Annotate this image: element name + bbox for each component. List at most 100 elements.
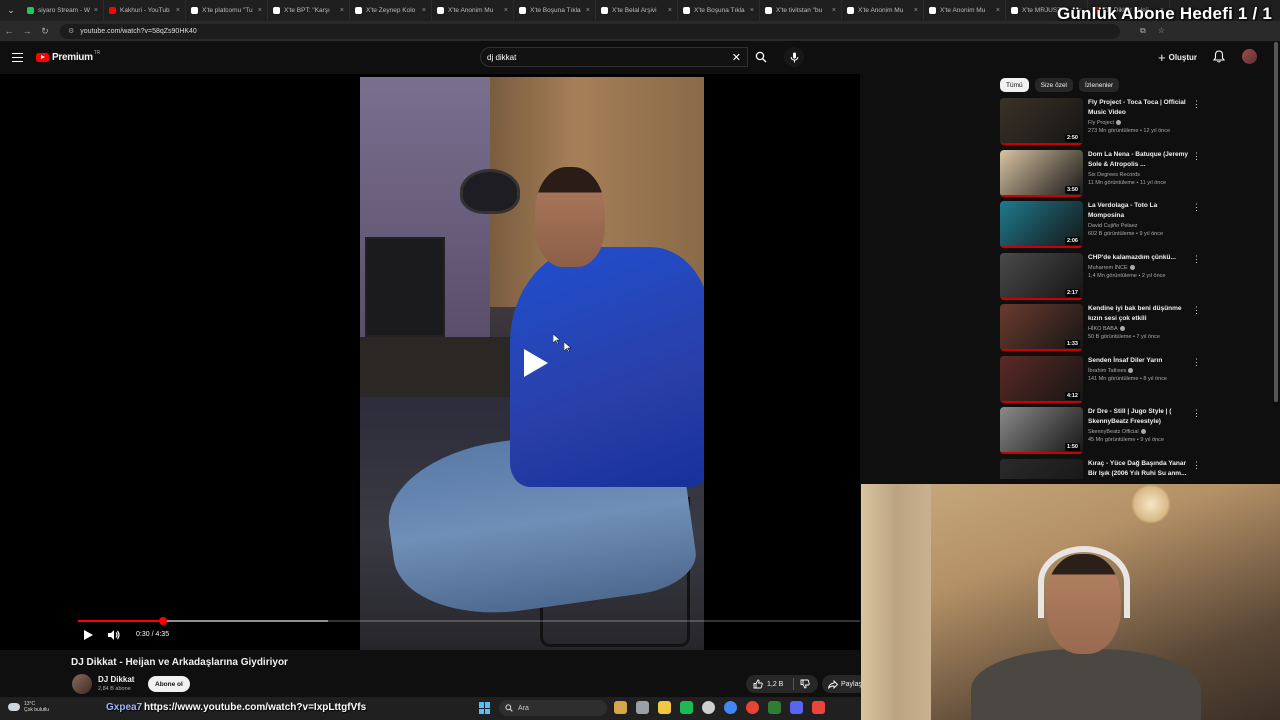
recommendation-title[interactable]: Fly Project - Toca Toca | Official Music…	[1088, 98, 1193, 118]
recommendation-item[interactable]: 2:50 Fly Project - Toca Toca | Official M…	[1000, 98, 1205, 146]
tab-close-icon[interactable]: ×	[258, 7, 262, 14]
url-field[interactable]: ⚙ youtube.com/watch?v=58qZs90HK40	[60, 23, 1120, 39]
channel-avatar[interactable]	[72, 674, 92, 694]
browser-tab[interactable]: X'te platcomu "Tu ×	[186, 0, 268, 21]
page-scrollbar[interactable]	[1274, 42, 1278, 402]
tab-close-icon[interactable]: ×	[422, 7, 426, 14]
tab-close-icon[interactable]: ×	[832, 7, 836, 14]
notifications-bell-icon[interactable]	[1212, 50, 1226, 68]
browser-tab[interactable]: X'te Boşuna Tıkla ×	[514, 0, 596, 21]
subscribe-button[interactable]: Abone ol	[148, 676, 190, 692]
taskbar-app-icon[interactable]	[636, 701, 649, 714]
site-info-icon[interactable]: ⚙	[68, 27, 74, 35]
recommendation-title[interactable]: Senden İnsaf Diler Yarın	[1088, 356, 1193, 366]
tab-close-icon[interactable]: ×	[586, 7, 590, 14]
browser-tab[interactable]: siyaro Stream - W ×	[22, 0, 104, 21]
reload-icon[interactable]: ↻	[36, 26, 54, 37]
dislike-button[interactable]	[794, 679, 810, 689]
taskbar-app-icon[interactable]	[614, 701, 627, 714]
search-input[interactable]: dj dikkat ✕	[480, 47, 748, 67]
recommendation-item[interactable]: Kıraç - Yüce Dağ Başında Yanar Bir Işık …	[1000, 458, 1205, 479]
tab-close-icon[interactable]: ×	[504, 7, 508, 14]
filter-chip[interactable]: Size özel	[1034, 78, 1073, 92]
video-thumbnail[interactable]: 3:50	[1000, 149, 1083, 197]
menu-icon[interactable]	[12, 53, 23, 62]
browser-tab[interactable]: X'te tivitstan "bu ×	[760, 0, 842, 21]
filter-chip[interactable]: Tümü	[1000, 78, 1029, 92]
clear-search-icon[interactable]: ✕	[732, 51, 741, 64]
browser-tab[interactable]: X'te Zeynep Kolo ×	[350, 0, 432, 21]
recommendation-channel[interactable]: Fly Project	[1088, 120, 1193, 126]
recommendation-channel[interactable]: Six Degrees Records	[1088, 172, 1193, 178]
browser-tab[interactable]: X'te Anonim Mu ×	[432, 0, 514, 21]
filter-chip[interactable]: İzlenenler	[1079, 78, 1120, 92]
bookmark-star-icon[interactable]: ☆	[1158, 26, 1165, 36]
back-icon[interactable]: ←	[0, 26, 18, 36]
more-options-icon[interactable]: ⋮	[1192, 202, 1201, 213]
recommendation-item[interactable]: 2:06 La Verdolaga - Toto La Momposina Davi…	[1000, 201, 1205, 249]
tab-close-icon[interactable]: ×	[94, 7, 98, 14]
tab-search-chevron-icon[interactable]: ⌄	[0, 0, 22, 21]
weather-widget[interactable]: 13°C Çok bulutlu	[8, 701, 49, 713]
taskbar-app-icon[interactable]	[812, 701, 825, 714]
recommendation-item[interactable]: 2:17 CHP'de kalamazdım çünkü... Muharrem İ…	[1000, 252, 1205, 301]
video-thumbnail[interactable]: 1:50	[1000, 407, 1083, 454]
voice-search-button[interactable]	[784, 47, 804, 67]
more-options-icon[interactable]: ⋮	[1192, 460, 1201, 471]
browser-tab[interactable]: X'te Boşuna Tıkla ×	[678, 0, 760, 21]
recommendation-title[interactable]: Dr Dre - Still | Jugo Style | ( SkennyBe…	[1088, 407, 1193, 427]
taskbar-app-icon[interactable]	[790, 701, 803, 714]
tab-close-icon[interactable]: ×	[750, 7, 754, 14]
video-thumbnail[interactable]: 2:50	[1000, 98, 1083, 145]
recommendation-title[interactable]: CHP'de kalamazdım çünkü...	[1088, 253, 1193, 263]
taskbar-app-icon[interactable]	[680, 701, 693, 714]
recommendation-channel[interactable]: David Cujiño Pelaez	[1088, 223, 1193, 229]
install-app-icon[interactable]: ⧉	[1140, 26, 1146, 36]
create-button[interactable]: + Oluştur	[1158, 49, 1197, 65]
taskbar-search[interactable]: Ara	[499, 700, 607, 716]
account-avatar[interactable]	[1242, 49, 1257, 64]
browser-tab[interactable]: X'te Anonim Mu ×	[924, 0, 1006, 21]
recommendation-title[interactable]: Dom La Nena - Batuque (Jeremy Sole & Atr…	[1088, 150, 1193, 170]
recommendation-item[interactable]: 1:50 Dr Dre - Still | Jugo Style | ( Sken…	[1000, 407, 1205, 455]
taskbar-app-icon[interactable]	[746, 701, 759, 714]
windows-start-icon[interactable]	[479, 702, 491, 714]
tab-close-icon[interactable]: ×	[176, 7, 180, 14]
recommendation-channel[interactable]: İbrahim Tatlıses	[1088, 368, 1193, 374]
video-thumbnail[interactable]: 1:33	[1000, 304, 1083, 351]
browser-tab[interactable]: X'te BPT: "Karşı ×	[268, 0, 350, 21]
tab-close-icon[interactable]: ×	[668, 7, 672, 14]
recommendation-channel[interactable]: Muharrem İNCE	[1088, 265, 1193, 271]
more-options-icon[interactable]: ⋮	[1192, 408, 1201, 419]
seek-bar[interactable]	[78, 617, 860, 625]
video-thumbnail[interactable]: 2:17	[1000, 252, 1083, 300]
taskbar-app-icon[interactable]	[768, 701, 781, 714]
more-options-icon[interactable]: ⋮	[1192, 99, 1201, 110]
tab-close-icon[interactable]: ×	[914, 7, 918, 14]
more-options-icon[interactable]: ⋮	[1192, 305, 1201, 316]
channel-name[interactable]: DJ Dikkat	[98, 675, 134, 684]
video-thumbnail[interactable]: 2:06	[1000, 201, 1083, 248]
video-thumbnail[interactable]	[1000, 458, 1083, 479]
play-icon[interactable]	[82, 629, 94, 641]
recommendation-item[interactable]: 3:50 Dom La Nena - Batuque (Jeremy Sole &…	[1000, 149, 1205, 198]
recommendation-item[interactable]: 4:12 Senden İnsaf Diler Yarın İbrahim Tatl…	[1000, 355, 1205, 404]
recommendation-channel[interactable]: SkennyBeatz Official	[1088, 429, 1193, 435]
browser-tab[interactable]: X'te Anonim Mu ×	[842, 0, 924, 21]
forward-icon[interactable]: →	[18, 26, 36, 36]
browser-tab[interactable]: X'te Belal Arşivi ×	[596, 0, 678, 21]
recommendation-title[interactable]: Kendine iyi bak beni düşünme kızın sesi …	[1088, 304, 1193, 324]
taskbar-app-icon[interactable]	[702, 701, 715, 714]
recommendation-title[interactable]: La Verdolaga - Toto La Momposina	[1088, 201, 1193, 221]
more-options-icon[interactable]: ⋮	[1192, 254, 1201, 265]
taskbar-app-icon[interactable]	[658, 701, 671, 714]
video-player[interactable]	[0, 74, 860, 650]
big-play-icon[interactable]	[516, 345, 552, 381]
recommendation-channel[interactable]: HİKO BABA	[1088, 326, 1193, 332]
youtube-premium-logo[interactable]: Premium TR	[36, 50, 100, 63]
search-button[interactable]	[749, 47, 773, 67]
browser-tab[interactable]: Kakhuri - YouTub ×	[104, 0, 186, 21]
volume-icon[interactable]	[107, 629, 121, 641]
tab-close-icon[interactable]: ×	[340, 7, 344, 14]
like-button[interactable]: 1,2 B	[746, 678, 794, 690]
